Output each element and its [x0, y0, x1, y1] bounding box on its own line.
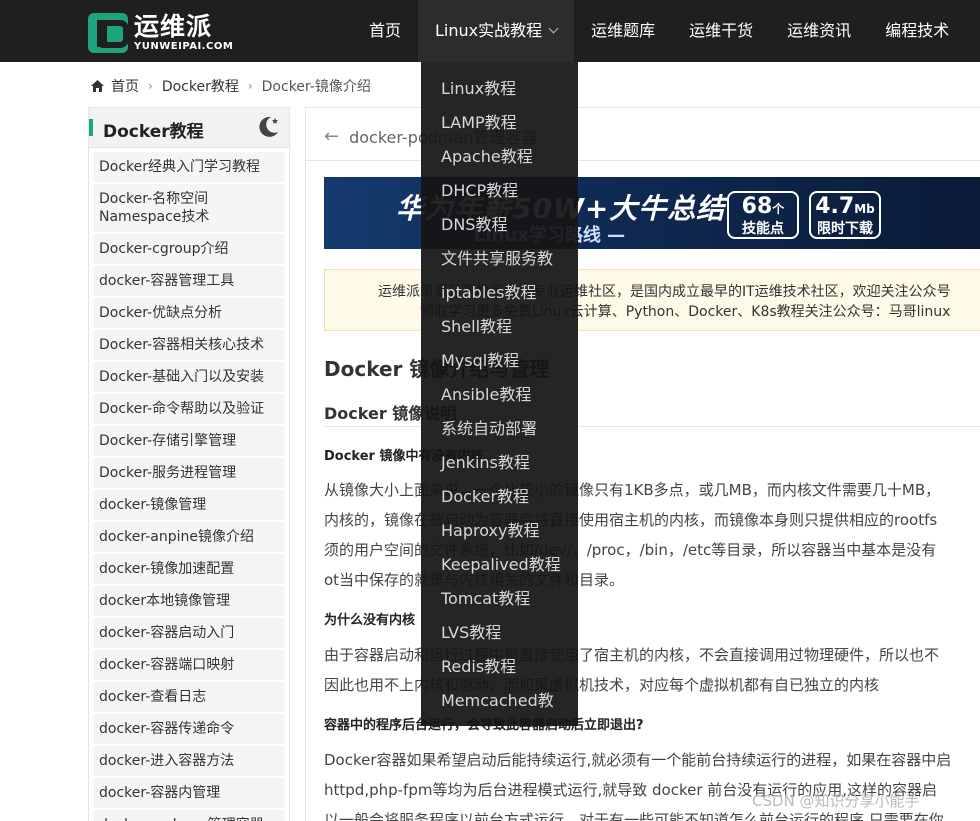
watermark: CSDN @知识分享小能手	[752, 792, 920, 810]
sidebar-item[interactable]: docker-anpine镜像介绍	[93, 522, 285, 554]
linux-tutorial-dropdown: Linux教程 LAMP教程 Apache教程 DHCP教程 DNS教程 文件共享服务教 i…	[421, 62, 578, 726]
badge2-num: 4.7	[815, 194, 855, 219]
badge-download: 4.7Mb 限时下载	[809, 191, 881, 239]
dropdown-menu-item[interactable]: Tomcat教程	[421, 584, 578, 618]
badge2-label: 限时下载	[817, 221, 873, 237]
sidebar-item[interactable]: docker-容器传递命令	[93, 714, 285, 746]
badge-skill-points: 68个 技能点	[727, 191, 799, 239]
subheading-why-no-kernel: 为什么没有内核	[324, 613, 416, 628]
breadcrumb-current: Docker-镜像介绍	[261, 79, 371, 95]
dropdown-menu-item[interactable]: Keepalived教程	[421, 550, 578, 584]
dropdown-menu-item[interactable]: Apache教程	[421, 142, 578, 176]
sidebar-item[interactable]: docker-podman管理容器	[93, 810, 285, 821]
arrow-left-icon: ←	[324, 125, 340, 147]
sidebar-item[interactable]: docker-容器端口映射	[93, 650, 285, 682]
dropdown-menu-item[interactable]: Memcached教	[421, 686, 578, 720]
dropdown-menu-item[interactable]: Ansible教程	[421, 380, 578, 414]
sidebar-item[interactable]: docker-镜像加速配置	[93, 554, 285, 586]
nav-item-home[interactable]: 首页	[352, 0, 418, 62]
sidebar-item[interactable]: Docker-优缺点分析	[93, 298, 285, 330]
badge1-label: 技能点	[742, 221, 784, 237]
sidebar-item[interactable]: Docker经典入门学习教程	[93, 152, 285, 184]
main-content: ← docker-podman管理容器 华为年薪50W+大牛总结 Linux学习…	[305, 107, 980, 821]
dropdown-menu-item[interactable]: DNS教程	[421, 210, 578, 244]
dropdown-menu-item[interactable]: Docker教程	[421, 482, 578, 516]
main-nav: 首页 Linux实战教程 运维题库 运维干货 运维资讯 编程技术	[352, 0, 966, 62]
dropdown-menu-item[interactable]: Shell教程	[421, 312, 578, 346]
dropdown-menu-item[interactable]: Jenkins教程	[421, 448, 578, 482]
sidebar-item[interactable]: Docker-服务进程管理	[93, 458, 285, 490]
dropdown-menu-item[interactable]: Haproxy教程	[421, 516, 578, 550]
sidebar-item[interactable]: docker-容器内管理	[93, 778, 285, 810]
nav-item-linux-label: Linux实战教程	[435, 21, 543, 40]
breadcrumb: 首页 › Docker教程 › Docker-镜像介绍	[90, 76, 371, 96]
badge2-unit: Mb	[854, 202, 875, 216]
logo-en: YUNWEIPAI.COM	[134, 41, 234, 52]
sidebar-item[interactable]: docker-容器管理工具	[93, 266, 285, 298]
sidebar: Docker教程 Docker经典入门学习教程 Docker-名称空间Namesp…	[88, 107, 290, 821]
sidebar-item[interactable]: Docker-名称空间Namespace技术	[93, 184, 285, 234]
badge1-unit: 个	[772, 202, 785, 216]
dropdown-menu-item[interactable]: 文件共享服务教	[421, 244, 578, 278]
sidebar-item[interactable]: Docker-基础入门以及安装	[93, 362, 285, 394]
nav-item-news[interactable]: 运维资讯	[770, 0, 868, 62]
home-icon	[90, 79, 105, 93]
dropdown-menu-item[interactable]: 系统自动部署	[421, 414, 578, 448]
sidebar-item[interactable]: Docker-容器相关核心技术	[93, 330, 285, 362]
moon-icon[interactable]	[255, 114, 281, 140]
sidebar-header-accent	[89, 119, 93, 136]
sidebar-item[interactable]: docker-容器启动入门	[93, 618, 285, 650]
breadcrumb-home[interactable]: 首页	[111, 76, 139, 96]
nav-item-programming[interactable]: 编程技术	[868, 0, 966, 62]
sidebar-item[interactable]: docker-进入容器方法	[93, 746, 285, 778]
dropdown-menu-item[interactable]: Redis教程	[421, 652, 578, 686]
chevron-down-icon	[548, 23, 559, 34]
sidebar-item[interactable]: docker-镜像管理	[93, 490, 285, 522]
sidebar-item[interactable]: docker本地镜像管理	[93, 586, 285, 618]
paragraph-line: Docker容器如果希望启动后能持续运行,就必须有一个能前台持续运行的进程，如果…	[324, 751, 952, 769]
badge1-number: 68个	[729, 195, 797, 221]
dropdown-menu-item[interactable]: DHCP教程	[421, 176, 578, 210]
logo-mark-icon	[88, 13, 129, 53]
nav-item-question-bank[interactable]: 运维题库	[574, 0, 672, 62]
dropdown-menu-item[interactable]: LVS教程	[421, 618, 578, 652]
divider	[306, 160, 980, 161]
sidebar-item[interactable]: Docker-存储引擎管理	[93, 426, 285, 458]
sidebar-item[interactable]: Docker-命令帮助以及验证	[93, 394, 285, 426]
site-logo[interactable]: 运维派 YUNWEIPAI.COM	[88, 13, 233, 53]
dropdown-menu-item[interactable]: iptables教程	[421, 278, 578, 312]
top-navbar: 运维派 YUNWEIPAI.COM 首页 Linux实战教程 运维题库 运维干货…	[0, 0, 980, 62]
breadcrumb-section[interactable]: Docker教程	[162, 76, 239, 96]
dropdown-menu-item[interactable]: Mysql教程	[421, 346, 578, 380]
logo-cn: 运维派	[134, 12, 213, 41]
breadcrumb-separator: ›	[247, 79, 253, 93]
sidebar-item[interactable]: Docker-cgroup介绍	[93, 234, 285, 266]
logo-text: 运维派 YUNWEIPAI.COM	[134, 14, 233, 52]
dropdown-menu-item[interactable]: Linux教程	[421, 74, 578, 108]
badge2-number: 4.7Mb	[811, 195, 879, 221]
sidebar-list: Docker经典入门学习教程 Docker-名称空间Namespace技术 Dock…	[89, 148, 289, 821]
nav-item-linux[interactable]: Linux实战教程	[418, 0, 575, 62]
nav-item-tech-tips[interactable]: 运维干货	[672, 0, 770, 62]
breadcrumb-separator: ›	[148, 79, 153, 93]
badge1-num: 68	[741, 194, 773, 219]
dropdown-menu-item[interactable]: LAMP教程	[421, 108, 578, 142]
sidebar-header: Docker教程	[89, 108, 289, 148]
sidebar-title: Docker教程	[103, 122, 204, 142]
sidebar-item[interactable]: docker-查看日志	[93, 682, 285, 714]
